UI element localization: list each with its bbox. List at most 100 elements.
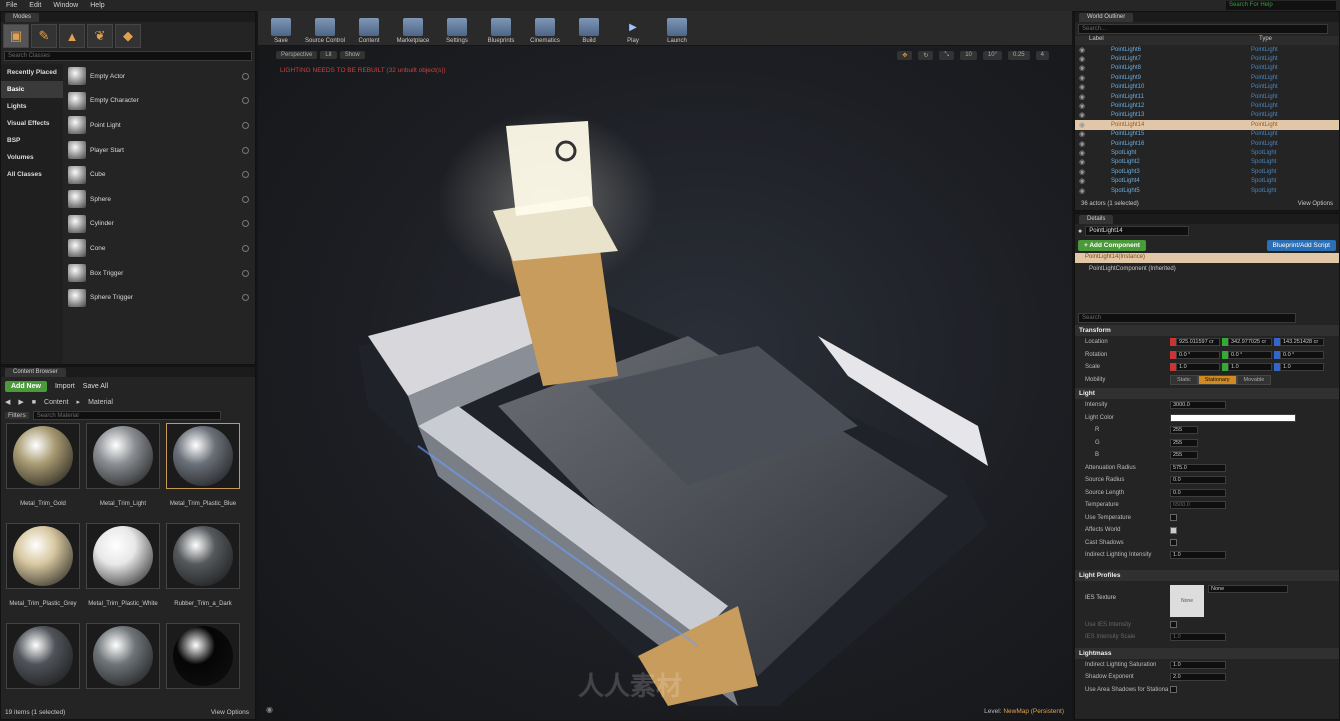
location-z[interactable]: 143.251428 cr xyxy=(1280,338,1324,347)
scale-y[interactable]: 1.0 xyxy=(1228,363,1272,372)
place-item[interactable]: Cube xyxy=(64,162,255,187)
outliner-row[interactable]: ◉ PointLight7 PointLight xyxy=(1075,54,1339,63)
view-options-button[interactable]: View Options xyxy=(211,709,249,716)
checkbox[interactable] xyxy=(1170,539,1177,547)
outliner-row[interactable]: ◉ SpotLight4 SpotLight xyxy=(1075,176,1339,185)
toolbar-content-button[interactable]: Content xyxy=(348,12,390,44)
place-item[interactable]: Box Trigger xyxy=(64,261,255,286)
place-item[interactable]: Empty Character xyxy=(64,89,255,114)
details-tab[interactable]: Details xyxy=(1079,214,1114,224)
checkbox[interactable] xyxy=(1170,514,1177,522)
outliner-row[interactable]: ◉ PointLight13 PointLight xyxy=(1075,111,1339,120)
material-asset[interactable]: Metal_Trim_Plastic_White xyxy=(85,523,161,619)
outliner-row[interactable]: ◉ SpotLight3 SpotLight xyxy=(1075,167,1339,176)
place-item[interactable]: Cylinder xyxy=(64,212,255,237)
outliner-row[interactable]: ◉ PointLight8 PointLight xyxy=(1075,64,1339,73)
visibility-eye-icon[interactable]: ◉ xyxy=(1075,93,1089,101)
lightmass-property-value[interactable]: 1.0 xyxy=(1170,660,1226,669)
landscape-mode-icon[interactable]: ▲ xyxy=(59,24,85,48)
light-property-value[interactable]: 255 xyxy=(1170,451,1198,460)
place-item[interactable]: Sphere xyxy=(64,187,255,212)
area-shadows-checkbox[interactable] xyxy=(1170,686,1177,694)
search-classes-input[interactable]: Search Classes xyxy=(4,51,252,61)
foliage-mode-icon[interactable]: ❦ xyxy=(87,24,113,48)
ies-texture-thumbnail[interactable]: None xyxy=(1170,584,1204,617)
visibility-eye-icon[interactable]: ◉ xyxy=(1075,64,1089,72)
visibility-eye-icon[interactable]: ◉ xyxy=(1075,111,1089,119)
toolbar-play-button[interactable]: ▶ Play xyxy=(612,12,654,45)
light-section[interactable]: Light xyxy=(1075,388,1339,399)
location-y[interactable]: 342.977025 cr xyxy=(1228,338,1272,347)
save-all-button[interactable]: Save All xyxy=(83,383,108,390)
visibility-eye-icon[interactable]: ◉ xyxy=(1075,168,1089,176)
material-asset[interactable] xyxy=(85,623,161,719)
outliner-search-input[interactable]: Search... xyxy=(1078,24,1328,34)
category-bsp[interactable]: BSP xyxy=(1,132,63,149)
use-ies-intensity-checkbox[interactable] xyxy=(1170,621,1177,629)
blueprint-add-script-button[interactable]: Blueprint/Add Script xyxy=(1266,240,1336,251)
add-new-button[interactable]: Add New xyxy=(5,380,47,392)
visibility-eye-icon[interactable]: ◉ xyxy=(1075,140,1089,148)
light-profiles-section[interactable]: Light Profiles xyxy=(1075,569,1339,581)
place-mode-icon[interactable]: ▣ xyxy=(3,24,29,48)
mobility-static[interactable]: Static xyxy=(1170,374,1198,385)
toolbar-launch-button[interactable]: Launch xyxy=(656,12,698,44)
outliner-row[interactable]: ◉ PointLight10 PointLight xyxy=(1075,83,1339,92)
outliner-row[interactable]: ◉ PointLight9 PointLight xyxy=(1075,73,1339,82)
visibility-eye-icon[interactable]: ◉ xyxy=(1075,130,1089,138)
mobility-movable[interactable]: Movable xyxy=(1236,374,1272,385)
menu-edit[interactable]: Edit xyxy=(23,2,47,9)
visibility-eye-icon[interactable]: ◉ xyxy=(1075,55,1089,63)
column-label[interactable]: Label xyxy=(1089,36,1259,45)
toolbar-marketplace-button[interactable]: Marketplace xyxy=(392,12,434,44)
checkbox[interactable] xyxy=(1170,526,1177,534)
light-property-value[interactable]: 575.0 xyxy=(1170,463,1226,472)
add-component-button[interactable]: + Add Component xyxy=(1078,240,1146,251)
menu-file[interactable]: File xyxy=(0,2,23,9)
visibility-eye-icon[interactable]: ◉ xyxy=(1075,46,1089,54)
visibility-eye-icon[interactable]: ◉ xyxy=(1075,74,1089,82)
scale-z[interactable]: 1.0 xyxy=(1280,363,1324,372)
outliner-row[interactable]: ◉ PointLight14 PointLight xyxy=(1075,120,1339,130)
menu-help[interactable]: Help xyxy=(84,2,110,9)
visibility-eye-icon[interactable]: ◉ xyxy=(1075,121,1089,129)
light-property-value[interactable]: 255 xyxy=(1170,438,1198,447)
mobility-stationary[interactable]: Stationary xyxy=(1197,374,1237,385)
rotation-x[interactable]: 0.0 ° xyxy=(1176,350,1220,359)
path-material[interactable]: Material xyxy=(88,399,113,406)
ies-texture-dropdown[interactable]: None xyxy=(1208,584,1288,593)
world-outliner-tab[interactable]: World Outliner xyxy=(1079,12,1134,22)
search-material-input[interactable]: Search Material xyxy=(32,410,221,420)
light-property-value[interactable]: 3000.0 xyxy=(1170,401,1226,410)
column-type[interactable]: Type xyxy=(1259,36,1272,45)
details-search-input[interactable]: Search xyxy=(1078,313,1296,323)
outliner-row[interactable]: ◉ PointLight12 PointLight xyxy=(1075,101,1339,110)
outliner-row[interactable]: ◉ SpotLight5 SpotLight xyxy=(1075,186,1339,195)
visibility-eye-icon[interactable]: ◉ xyxy=(1075,149,1089,157)
category-basic[interactable]: Basic xyxy=(1,81,63,98)
lightmass-section[interactable]: Lightmass xyxy=(1075,647,1339,659)
place-item[interactable]: Player Start xyxy=(64,138,255,163)
light-property-value[interactable]: 0.0 xyxy=(1170,488,1226,497)
place-item[interactable]: Sphere Trigger xyxy=(64,285,255,310)
instance-row[interactable]: PointLight14(Instance) xyxy=(1075,253,1339,263)
geometry-mode-icon[interactable]: ◆ xyxy=(115,24,141,48)
light-color-swatch[interactable] xyxy=(1170,413,1296,422)
light-property-value[interactable]: 0.0 xyxy=(1170,476,1226,485)
outliner-row[interactable]: ◉ SpotLight SpotLight xyxy=(1075,148,1339,157)
material-asset[interactable] xyxy=(5,623,81,719)
toolbar-blueprints-button[interactable]: Blueprints xyxy=(480,12,522,44)
visibility-eye-icon[interactable]: ◉ xyxy=(1075,83,1089,91)
material-asset[interactable]: Metal_Trim_Plastic_Grey xyxy=(5,523,81,619)
category-all-classes[interactable]: All Classes xyxy=(1,166,63,183)
rotation-y[interactable]: 0.0 ° xyxy=(1228,350,1272,359)
toolbar-settings-button[interactable]: Settings xyxy=(436,12,478,44)
menu-window[interactable]: Window xyxy=(47,2,84,9)
path-content[interactable]: Content xyxy=(44,399,69,406)
place-item[interactable]: Empty Actor xyxy=(64,64,255,89)
outliner-row[interactable]: ◉ SpotLight2 SpotLight xyxy=(1075,158,1339,167)
transform-section[interactable]: Transform xyxy=(1075,325,1339,336)
search-help-input[interactable]: Search For Help xyxy=(1226,1,1336,10)
toolbar-build-button[interactable]: Build xyxy=(568,12,610,44)
paint-mode-icon[interactable]: ✎ xyxy=(31,24,57,48)
